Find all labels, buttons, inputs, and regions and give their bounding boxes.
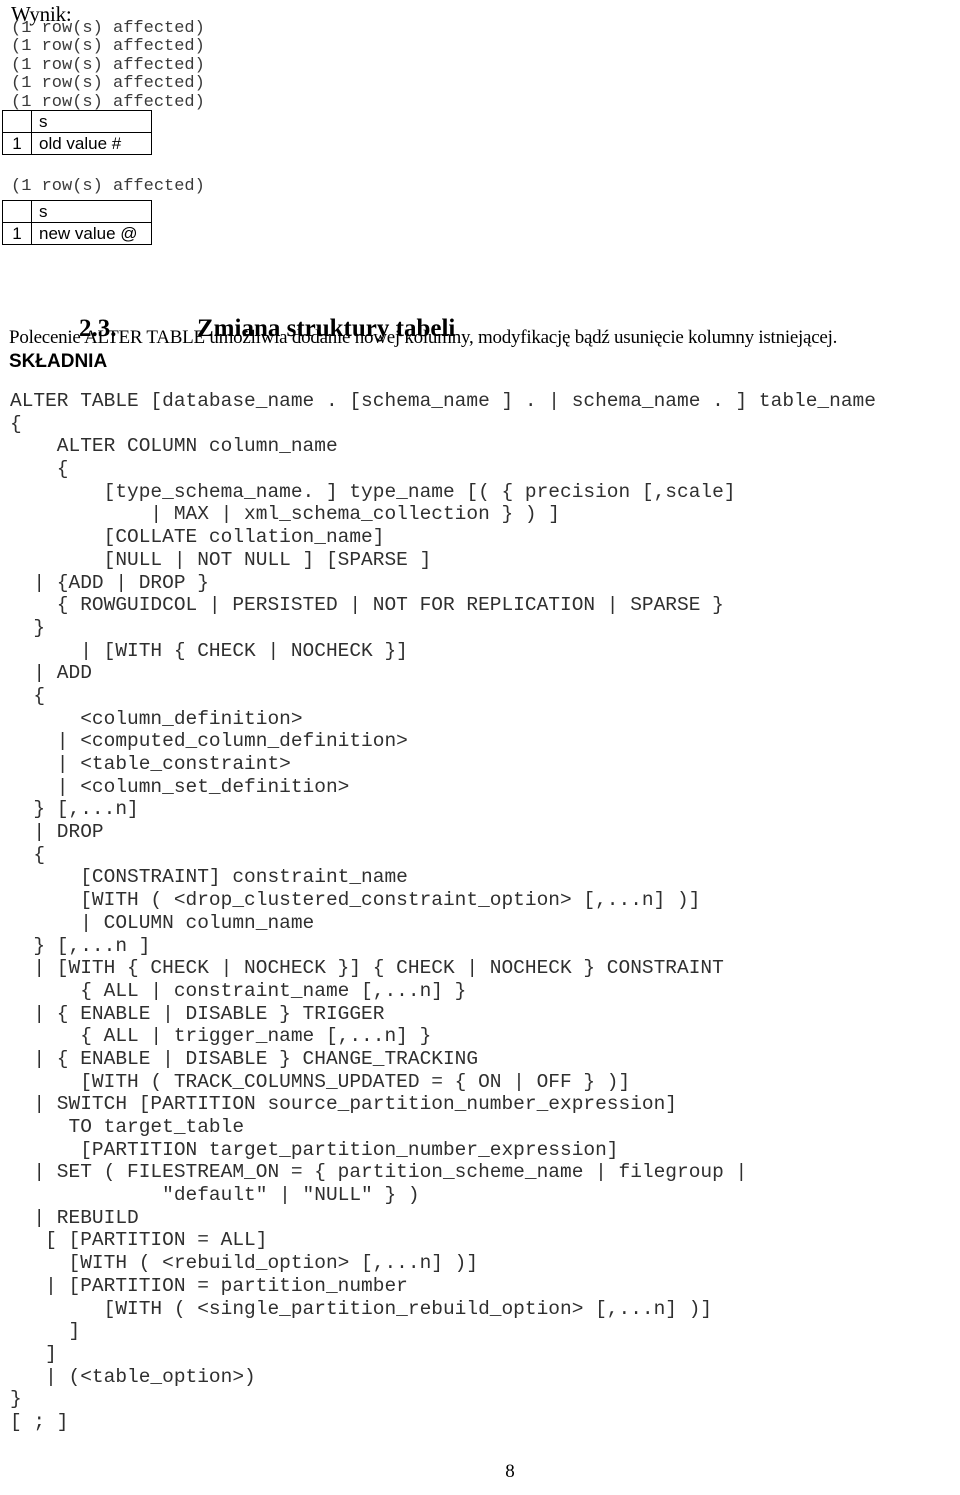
syntax-line: | { ENABLE | DISABLE } TRIGGER	[10, 1002, 385, 1025]
syntax-line: } [,...n]	[10, 798, 139, 821]
result-grid-second: s 1 new value @	[2, 200, 152, 245]
rows-affected-block-first: (1 row(s) affected) (1 row(s) affected) …	[11, 19, 205, 112]
syntax-line: | DROP	[10, 821, 104, 844]
document-page: Wynik: (1 row(s) affected) (1 row(s) aff…	[0, 0, 960, 1495]
header-cell-value: s	[31, 110, 152, 133]
header-cell-index	[2, 110, 32, 133]
syntax-line: | SET ( FILESTREAM_ON = { partition_sche…	[10, 1161, 748, 1184]
page-number: 8	[505, 1461, 515, 1482]
syntax-code-block: ALTER TABLE [database_name . [schema_nam…	[10, 390, 876, 1434]
syntax-line: [WITH ( <drop_clustered_constraint_optio…	[10, 889, 701, 912]
syntax-line: {	[10, 412, 22, 435]
syntax-line: | <computed_column_definition>	[10, 730, 408, 753]
section-paragraph: Polecenie ALTER TABLE umożliwia dodanie …	[9, 327, 838, 348]
table-header-row: s	[2, 200, 152, 223]
syntax-line: | SWITCH [PARTITION source_partition_num…	[10, 1093, 678, 1116]
syntax-line: [NULL | NOT NULL ] [SPARSE ]	[10, 548, 432, 571]
syntax-line: [ [PARTITION = ALL]	[10, 1229, 268, 1252]
syntax-line: ]	[10, 1342, 57, 1365]
syntax-line: } [,...n ]	[10, 934, 151, 957]
syntax-line: }	[10, 1388, 22, 1411]
row-cell-value: new value @	[31, 222, 152, 245]
syntax-line: | { ENABLE | DISABLE } CHANGE_TRACKING	[10, 1047, 479, 1070]
syntax-line: <column_definition>	[10, 707, 303, 730]
syntax-line: | MAX | xml_schema_collection } ) ]	[10, 503, 560, 526]
syntax-line: [CONSTRAINT] constraint_name	[10, 866, 408, 889]
row-cell-index: 1	[2, 132, 32, 155]
syntax-line: | [WITH { CHECK | NOCHECK }]	[10, 639, 408, 662]
syntax-line: [ ; ]	[10, 1410, 69, 1433]
syntax-line: [PARTITION target_partition_number_expre…	[10, 1138, 619, 1161]
syntax-line: "default" | "NULL" } )	[10, 1184, 420, 1207]
syntax-line: [WITH ( <single_partition_rebuild_option…	[10, 1297, 713, 1320]
syntax-line: [WITH ( TRACK_COLUMNS_UPDATED = { ON | O…	[10, 1070, 631, 1093]
syntax-line: { ROWGUIDCOL | PERSISTED | NOT FOR REPLI…	[10, 594, 724, 617]
syntax-line: ALTER COLUMN column_name	[10, 435, 338, 458]
syntax-line: TO target_table	[10, 1116, 245, 1138]
row-cell-index: 1	[2, 222, 32, 245]
syntax-line: | REBUILD	[10, 1206, 139, 1229]
header-cell-index	[2, 200, 32, 223]
syntax-line: {	[10, 843, 46, 866]
syntax-line: { ALL | constraint_name [,...n] }	[10, 979, 467, 1002]
row-cell-value: old value #	[31, 132, 152, 155]
table-row: 1 old value #	[2, 132, 152, 155]
syntax-line: | {ADD | DROP }	[10, 571, 209, 594]
table-row: 1 new value @	[2, 222, 152, 245]
table-header-row: s	[2, 110, 152, 133]
syntax-line: {	[10, 458, 69, 481]
syntax-line: }	[10, 616, 46, 639]
rows-affected-block-second: (1 row(s) affected)	[11, 177, 205, 196]
header-cell-value: s	[31, 200, 152, 223]
syntax-line: | <table_constraint>	[10, 753, 291, 775]
result-grid-first: s 1 old value #	[2, 110, 152, 155]
syntax-line: [type_schema_name. ] type_name [( { prec…	[10, 480, 736, 503]
syntax-line: { ALL | trigger_name [,...n] }	[10, 1025, 432, 1048]
syntax-line: | (<table_option>)	[10, 1365, 256, 1388]
syntax-line: | [WITH { CHECK | NOCHECK }] { CHECK | N…	[10, 957, 724, 980]
syntax-line: [COLLATE collation_name]	[10, 526, 385, 549]
syntax-line: {	[10, 684, 46, 707]
syntax-line: | ADD	[10, 662, 92, 685]
syntax-line: ALTER TABLE [database_name . [schema_nam…	[10, 390, 876, 412]
syntax-line: [WITH ( <rebuild_option> [,...n] )]	[10, 1252, 479, 1275]
syntax-subheading: SKŁADNIA	[9, 351, 108, 372]
syntax-line: ]	[10, 1320, 81, 1343]
syntax-line: | COLUMN column_name	[10, 911, 315, 934]
syntax-line: | [PARTITION = partition_number	[10, 1274, 408, 1297]
syntax-line: | <column_set_definition>	[10, 775, 350, 798]
